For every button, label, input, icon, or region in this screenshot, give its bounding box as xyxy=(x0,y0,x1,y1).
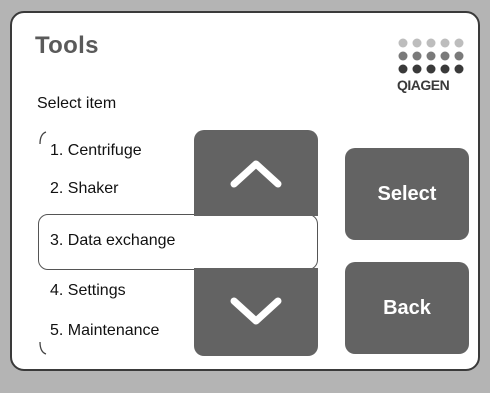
scroll-down-button[interactable] xyxy=(194,268,318,356)
device-screen: Tools QIAGEN Select item 1. Centrifuge 2… xyxy=(0,0,490,393)
list-item-data-exchange[interactable]: 3. Data exchange xyxy=(50,232,175,250)
chevron-up-icon xyxy=(230,160,282,188)
subtitle: Select item xyxy=(37,95,117,112)
page-title: Tools xyxy=(35,32,99,59)
scroll-up-button[interactable] xyxy=(194,130,318,216)
list-item-settings[interactable]: 4. Settings xyxy=(50,282,126,300)
select-button-label: Select xyxy=(377,182,437,205)
list-item-maintenance[interactable]: 5. Maintenance xyxy=(50,322,159,340)
back-button-label: Back xyxy=(383,296,431,319)
logo-dots-icon xyxy=(398,38,464,74)
list-item-centrifuge[interactable]: 1. Centrifuge xyxy=(50,142,142,160)
logo-text: QIAGEN xyxy=(397,77,450,93)
select-button[interactable]: Select xyxy=(345,148,469,240)
list-item-shaker[interactable]: 2. Shaker xyxy=(50,180,118,198)
back-button[interactable]: Back xyxy=(345,262,469,354)
qiagen-logo: QIAGEN xyxy=(396,37,468,99)
chevron-down-icon xyxy=(230,297,282,325)
